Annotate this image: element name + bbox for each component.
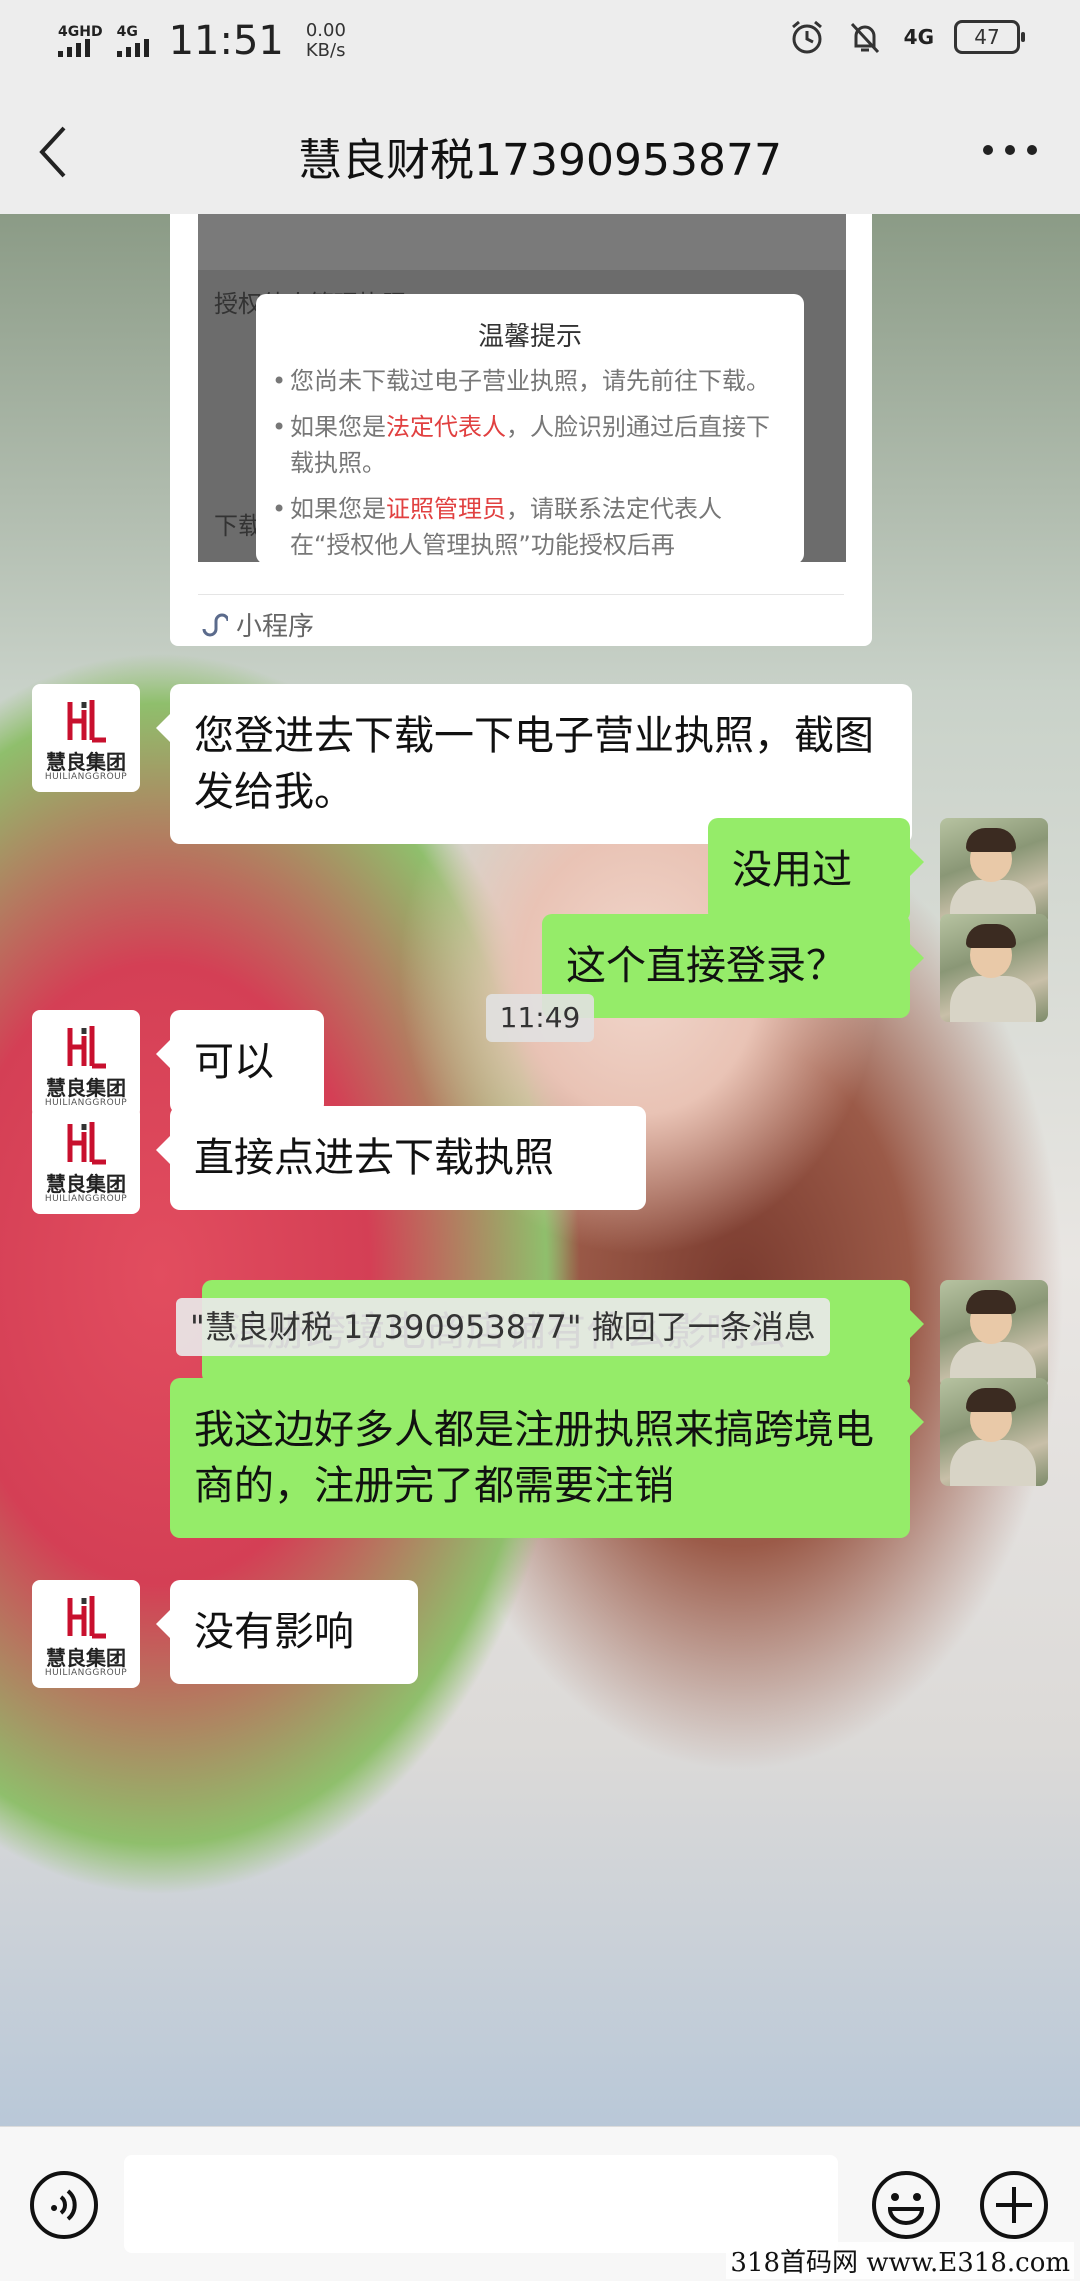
avatar-name-cn: 慧良集团 [46,750,126,774]
company-logo-icon [67,1596,106,1639]
tip-highlight: 法定代表人 [386,413,506,441]
contact-avatar[interactable]: 慧良集团 HUILIANGGROUP [32,684,140,792]
mini-program-label: 小程序 [236,612,315,642]
status-right: 4G 47 [788,18,1025,56]
mini-program-icon [202,613,228,636]
watermark: 318首码网 www.E318.com [726,2242,1074,2279]
mini-program-preview: 授权他人管理执照 下载 温馨提示 您尚未下载过电子营业执照，请先前往下载。 如果… [198,214,846,562]
signal-icon [58,39,103,57]
net-speed: 0.00 KB/s [306,21,346,61]
avatar-name-en: HUILIANGGROUP [44,1194,128,1204]
avatar-name-en: HUILIANGGROUP [44,1668,128,1678]
tip-item-2: 如果您是法定代表人，人脸识别通过后直接下载执照。 [272,409,774,481]
contact-avatar[interactable]: 慧良集团 HUILIANGGROUP [32,1010,140,1118]
network-label-1: 4GHD [58,24,103,40]
user-avatar[interactable] [940,914,1048,1022]
message-bubble-in[interactable]: 可以 [156,1010,324,1114]
battery-icon: 47 [954,20,1025,54]
contact-avatar[interactable]: 慧良集团 HUILIANGGROUP [32,1106,140,1214]
avatar-name-cn: 慧良集团 [46,1172,126,1196]
tip-title: 温馨提示 [477,322,582,352]
message-bubble-in[interactable]: 直接点进去下载执照 [156,1106,646,1210]
tip-highlight: 证照管理员 [386,495,506,523]
more-options-icon[interactable] [980,132,1040,168]
network-indicator-1: 4GHD [58,25,103,57]
message-bubble-in[interactable]: 没有影响 [156,1580,418,1684]
tip-item-3: 如果您是证照管理员，请联系法定代表人在“授权他人管理执照”功能授权后再 [272,491,774,562]
tip-text: 如果您是 [290,495,386,523]
mini-program-card[interactable]: 授权他人管理执照 下载 温馨提示 您尚未下载过电子营业执照，请先前往下载。 如果… [170,214,872,646]
net-speed-value: 0.00 [305,20,346,41]
user-avatar[interactable] [940,1280,1048,1388]
message-bubble-out[interactable]: 没用过 [708,818,924,922]
divider [198,594,844,595]
signal-icon [116,39,149,57]
input-bar: 318首码网 www.E318.com [0,2126,1080,2281]
user-avatar[interactable] [940,818,1048,926]
network-label-2: 4G [116,24,138,40]
bell-muted-icon [850,22,879,54]
chat-area[interactable]: 授权他人管理执照 下载 温馨提示 您尚未下载过电子营业执照，请先前往下载。 如果… [0,214,1080,2126]
tip-text: 如果您是 [290,413,386,441]
alarm-icon [791,20,822,54]
mini-program-footer: 小程序 [200,606,314,643]
emoji-icon[interactable] [870,2169,942,2241]
tip-dialog: 温馨提示 您尚未下载过电子营业执照，请先前往下载。 如果您是法定代表人，人脸识别… [256,294,804,562]
network-indicator-2: 4G [116,24,149,57]
company-logo-icon [67,700,106,743]
voice-input-icon[interactable] [28,2169,100,2241]
tip-item-1: 您尚未下载过电子营业执照，请先前往下载。 [272,363,774,399]
company-logo-icon [67,1026,106,1069]
avatar-name-cn: 慧良集团 [46,1076,126,1100]
preview-shade [198,214,846,270]
net-speed-unit: KB/s [305,40,346,61]
status-bar: 4GHD 4G 11:51 0.00 KB/s 4G 47 [0,0,1080,82]
message-bubble-out[interactable]: 我这边好多人都是注册执照来搞跨境电商的，注册完了都需要注销 [170,1378,924,1538]
clock: 11:51 [168,18,284,64]
plus-more-icon[interactable] [978,2169,1050,2241]
chat-title: 慧良财税17390953877 [298,135,782,186]
avatar-name-en: HUILIANGGROUP [44,772,128,782]
recall-notice: "慧良财税 17390953877" 撤回了一条消息 [176,1298,830,1356]
message-input[interactable] [124,2155,838,2253]
preview-ghost-text-2: 下载 [214,512,262,540]
user-avatar[interactable] [940,1378,1048,1486]
network-label-3: 4G [903,25,934,49]
time-divider: 11:49 [486,994,594,1042]
chat-header: 慧良财税17390953877 [0,82,1080,214]
status-left: 4GHD 4G 11:51 0.00 KB/s [58,18,346,64]
avatar-name-cn: 慧良集团 [46,1646,126,1670]
contact-avatar[interactable]: 慧良集团 HUILIANGGROUP [32,1580,140,1688]
message-bubble-out[interactable]: 这个直接登录？ [542,914,924,1018]
company-logo-icon [67,1122,106,1165]
